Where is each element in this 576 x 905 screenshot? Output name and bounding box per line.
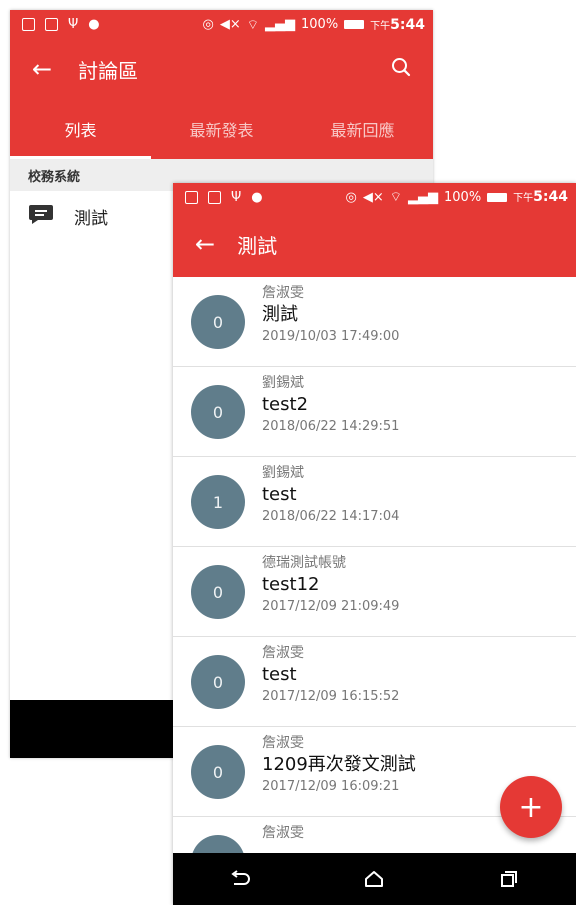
post-title: test <box>262 664 297 685</box>
forum-item-label: 測試 <box>74 208 108 229</box>
page-title: 討論區 <box>78 58 139 83</box>
post-date: 2017/12/09 16:15:52 <box>262 689 400 704</box>
chat-icon <box>28 203 54 229</box>
signal-icon: ▂▄▆ <box>408 189 438 205</box>
post-author: 詹淑雯 <box>262 825 304 841</box>
battery-icon <box>344 20 365 29</box>
post-row[interactable]: 0 詹淑雯 test 2017/12/09 16:15:52 <box>173 637 576 727</box>
reply-count-avatar: 0 <box>191 745 245 799</box>
usb-icon: Ψ <box>68 17 79 32</box>
sync-icon: ◎ <box>345 189 357 205</box>
recents-icon[interactable] <box>479 853 539 905</box>
tab-latest-replies[interactable]: 最新回應 <box>292 99 433 159</box>
post-author: 劉錫斌 <box>262 465 304 481</box>
clock-ampm: 下午 <box>370 20 391 32</box>
battery-percent: 100% <box>301 17 339 32</box>
clock: 下午5:44 <box>513 189 568 205</box>
usb-icon: Ψ <box>231 189 242 205</box>
clock-time: 5:44 <box>533 189 568 205</box>
post-author: 詹淑雯 <box>262 285 304 301</box>
reply-count-avatar: 0 <box>191 295 245 349</box>
app-bar: ← 討論區 <box>10 39 433 99</box>
post-title: 測試 <box>262 304 298 325</box>
mute-icon: ◀× <box>362 189 384 205</box>
sync-icon: ◎ <box>202 17 214 32</box>
post-date: 2017/12/09 16:09:21 <box>262 779 400 794</box>
post-title: test12 <box>262 574 320 595</box>
post-list-screen: Ψ ● ◎ ◀× ⌔ ▂▄▆ 100% 下午5:44 ← 測試 0 詹淑雯 測試… <box>173 183 576 905</box>
post-author: 詹淑雯 <box>262 645 304 661</box>
wifi-icon: ⌔ <box>246 17 259 33</box>
code-notification-icon <box>208 190 221 204</box>
post-author: 劉錫斌 <box>262 375 304 391</box>
arrow-left-icon[interactable]: ← <box>32 55 52 83</box>
post-author: 德瑞測試帳號 <box>262 555 346 571</box>
code-notification-icon <box>22 18 35 31</box>
reply-count-avatar: 1 <box>191 475 245 529</box>
battery-percent: 100% <box>444 189 482 205</box>
mute-icon: ◀× <box>219 17 241 32</box>
post-date: 2017/12/09 21:09:49 <box>262 599 400 614</box>
post-title: test <box>262 484 297 505</box>
arrow-left-icon[interactable]: ← <box>195 230 215 258</box>
reply-count-avatar: 0 <box>191 565 245 619</box>
post-row[interactable]: 0 詹淑雯 測試 2019/10/03 17:49:00 <box>173 277 576 367</box>
tab-list[interactable]: 列表 <box>10 99 151 159</box>
app-bar: ← 測試 <box>173 211 576 277</box>
reply-count-avatar: 0 <box>191 385 245 439</box>
clock: 下午5:44 <box>370 17 425 33</box>
status-bar: Ψ ● ◎ ◀× ⌔ ▂▄▆ 100% 下午5:44 <box>10 10 433 39</box>
tab-bar: 列表 最新發表 最新回應 <box>10 99 433 159</box>
navigation-bar <box>173 853 576 905</box>
tab-latest-posts[interactable]: 最新發表 <box>151 99 292 159</box>
new-post-fab[interactable]: + <box>500 776 562 838</box>
search-icon[interactable] <box>391 57 411 81</box>
post-date: 2018/06/22 14:17:04 <box>262 509 400 524</box>
code-notification-icon <box>185 190 198 204</box>
battery-icon <box>487 192 508 202</box>
post-row[interactable]: 1 劉錫斌 test 2018/06/22 14:17:04 <box>173 457 576 547</box>
status-bar: Ψ ● ◎ ◀× ⌔ ▂▄▆ 100% 下午5:44 <box>173 183 576 211</box>
clock-time: 5:44 <box>390 16 425 33</box>
post-row[interactable]: 0 德瑞測試帳號 test12 2017/12/09 21:09:49 <box>173 547 576 637</box>
plus-icon: + <box>518 789 544 825</box>
page-title: 測試 <box>237 233 278 258</box>
back-icon[interactable] <box>210 853 270 905</box>
post-title: 1209再次發文測試 <box>262 754 416 775</box>
reply-count-avatar: 0 <box>191 655 245 709</box>
clock-ampm: 下午 <box>513 193 534 204</box>
android-icon: ● <box>88 17 100 32</box>
wifi-icon: ⌔ <box>389 190 402 205</box>
post-date: 2018/06/22 14:29:51 <box>262 419 400 434</box>
post-title: test2 <box>262 394 309 415</box>
home-icon[interactable] <box>344 853 404 905</box>
post-row[interactable]: 0 劉錫斌 test2 2018/06/22 14:29:51 <box>173 367 576 457</box>
android-icon: ● <box>251 189 263 205</box>
post-date: 2019/10/03 17:49:00 <box>262 329 400 344</box>
signal-icon: ▂▄▆ <box>265 17 295 32</box>
code-notification-icon <box>45 18 58 31</box>
post-author: 詹淑雯 <box>262 735 304 751</box>
